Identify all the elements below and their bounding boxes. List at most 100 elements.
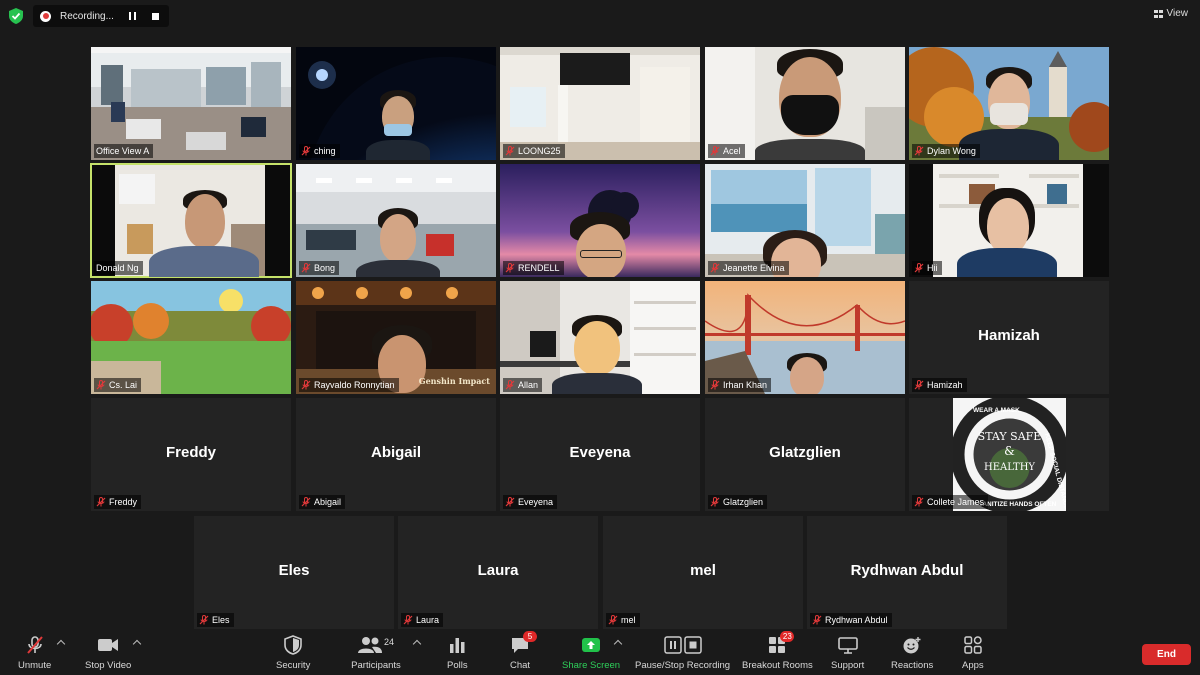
participants-button[interactable]: 24 Participants — [350, 635, 402, 671]
video-tile[interactable]: Genshin Impact Rayvaldo Ronnytian — [296, 281, 496, 394]
participant-name-tag: Laura — [401, 613, 444, 627]
participants-label: Participants — [351, 660, 401, 671]
video-tile[interactable]: Jeanette Elvina — [705, 164, 905, 277]
recording-label: Recording... — [60, 10, 114, 22]
reactions-smiley-icon — [903, 637, 921, 654]
video-options-caret-icon[interactable] — [132, 639, 142, 649]
name-tile[interactable]: Hamizah Hamizah — [909, 281, 1109, 394]
video-tile[interactable]: Allan — [500, 281, 700, 394]
video-tile[interactable]: Dylan Wong — [909, 47, 1109, 160]
video-tile[interactable]: Bong — [296, 164, 496, 277]
apps-label: Apps — [962, 660, 984, 671]
participant-display-name: Rydhwan Abdul — [850, 562, 964, 579]
participant-name-tag: Irhan Khan — [708, 378, 772, 392]
participant-name: mel — [621, 615, 636, 625]
name-tile[interactable]: mel mel — [603, 516, 803, 629]
participant-name: Rayvaldo Ronnytian — [314, 380, 395, 390]
mic-muted-icon — [96, 380, 106, 390]
participant-name: Collete James — [927, 497, 985, 507]
name-tile[interactable]: Rydhwan Abdul Rydhwan Abdul — [807, 516, 1007, 629]
name-tile[interactable]: Eles Eles — [194, 516, 394, 629]
view-button[interactable]: View — [1153, 8, 1188, 19]
video-tile[interactable]: Acel — [705, 47, 905, 160]
share-screen-label: Share Screen — [562, 660, 621, 671]
participant-name: RENDELL — [518, 263, 560, 273]
participant-name-tag: Collete James — [912, 495, 989, 509]
avatar-text-wear-mask: WEAR A MASK — [973, 407, 1020, 414]
participant-name: Dylan Wong — [927, 146, 976, 156]
participant-display-name: Glatzglien — [769, 444, 841, 461]
support-button[interactable]: Support — [831, 635, 864, 671]
video-tile-active-speaker[interactable]: Donald Ng — [90, 163, 292, 278]
participants-options-caret-icon[interactable] — [412, 639, 422, 649]
name-tile[interactable]: Abigail Abigail — [296, 398, 496, 511]
pause-recording-button[interactable] — [123, 7, 141, 25]
reactions-button[interactable]: Reactions — [891, 635, 933, 671]
security-shield-icon — [284, 635, 302, 655]
meeting-controls-toolbar: Unmute Stop Video Security 24 Participan… — [0, 629, 1200, 675]
share-screen-icon — [582, 638, 601, 652]
video-tile[interactable]: ching — [296, 47, 496, 160]
participant-name-tag: Hamizah — [912, 378, 967, 392]
security-shield-icon[interactable] — [9, 8, 23, 24]
video-tile[interactable]: Irhan Khan — [705, 281, 905, 394]
participant-display-name: Abigail — [370, 444, 421, 461]
pause-stop-recording-label: Pause/Stop Recording — [635, 660, 731, 671]
stop-video-button[interactable]: Stop Video — [85, 635, 131, 671]
name-tile[interactable]: Glatzglien Glatzglien — [705, 398, 905, 511]
participant-name: Acel — [723, 146, 741, 156]
recording-indicator: Recording... — [33, 5, 169, 27]
mic-muted-icon — [403, 615, 413, 625]
apps-button[interactable]: Apps — [962, 635, 984, 671]
participant-name-tag: Eveyena — [503, 495, 558, 509]
participant-name: Office View A — [96, 146, 150, 156]
participant-name-tag: Donald Ng — [94, 261, 143, 275]
participant-name-tag: Rydhwan Abdul — [810, 613, 892, 627]
avatar-text-healthy: HEALTHY — [984, 462, 1035, 473]
audio-options-caret-icon[interactable] — [56, 639, 66, 649]
participant-name-tag: Hii — [912, 261, 942, 275]
mic-muted-icon — [914, 497, 924, 507]
stop-recording-button[interactable] — [146, 7, 164, 25]
video-tile[interactable]: Office View A — [91, 47, 291, 160]
video-tile[interactable]: Cs. Lai — [91, 281, 291, 394]
participant-name: Abigail — [314, 497, 342, 507]
share-screen-button[interactable]: Share Screen — [562, 635, 620, 671]
participant-name-tag: Freddy — [94, 495, 142, 509]
mic-muted-icon — [914, 146, 924, 156]
video-tile[interactable]: RENDELL — [500, 164, 700, 277]
end-meeting-button[interactable]: End — [1142, 644, 1191, 665]
participant-name-tag: Glatzglien — [708, 495, 768, 509]
polls-button[interactable]: Polls — [447, 635, 468, 671]
participant-display-name: Laura — [477, 562, 519, 579]
participant-name: Hamizah — [927, 380, 963, 390]
participant-name: Jeanette Elvina — [723, 263, 785, 273]
participant-display-name: Eles — [278, 562, 310, 579]
game-logo: Genshin Impact — [418, 376, 490, 386]
unmute-button[interactable]: Unmute — [18, 635, 51, 671]
support-label: Support — [831, 660, 865, 671]
chat-button[interactable]: 5 Chat — [510, 631, 538, 671]
avatar-text-ampersand: & — [1004, 444, 1015, 458]
mic-muted-icon — [96, 497, 106, 507]
participants-icon — [357, 637, 382, 653]
participant-name-tag: mel — [606, 613, 640, 627]
grid-view-icon — [1153, 9, 1163, 18]
mic-muted-icon — [710, 263, 720, 273]
name-tile[interactable]: Laura Laura — [398, 516, 598, 629]
participant-name: Hii — [927, 263, 938, 273]
name-tile[interactable]: Eveyena Eveyena — [500, 398, 700, 511]
support-monitor-icon — [837, 637, 858, 654]
security-button[interactable]: Security — [276, 635, 310, 671]
pause-stop-recording-button[interactable]: Pause/Stop Recording — [635, 635, 730, 671]
mic-muted-icon — [505, 497, 515, 507]
video-tile[interactable]: Hii — [909, 164, 1109, 277]
breakout-rooms-button[interactable]: 23 Breakout Rooms — [742, 631, 813, 671]
avatar-tile[interactable]: STAY SAFE & HEALTHY WEAR A MASK KEEP SOC… — [909, 398, 1109, 511]
participants-count: 24 — [383, 637, 394, 647]
apps-icon — [964, 636, 982, 654]
video-tile[interactable]: LOONG25 — [500, 47, 700, 160]
participant-name: Eveyena — [518, 497, 554, 507]
participant-name-tag: Cs. Lai — [94, 378, 142, 392]
name-tile[interactable]: Freddy Freddy — [91, 398, 291, 511]
